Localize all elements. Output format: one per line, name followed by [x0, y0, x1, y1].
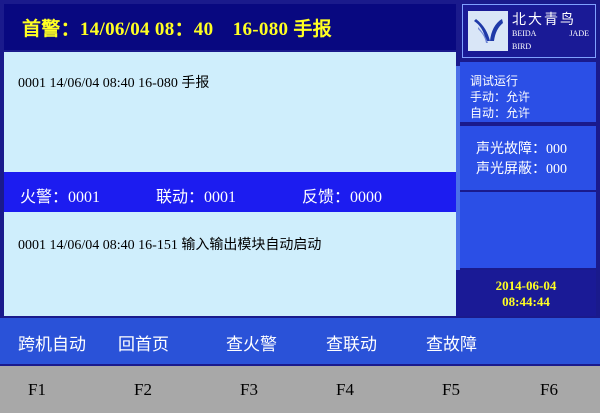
event-panel: 0001 14/06/04 08:40 16-080 手报 火警：0001 联动… — [4, 52, 456, 316]
fire-count: 火警：0001 — [20, 189, 101, 206]
f1-key[interactable]: F1 — [28, 380, 46, 400]
function-menu-bar: 跨机自动 回首页 查火警 查联动 查故障 — [0, 318, 600, 364]
info-panel-empty — [460, 192, 596, 268]
sound-light-mask: 声光屏蔽：000 — [476, 162, 567, 177]
manual-status: 手动：允许 — [470, 90, 531, 104]
brand-name-cn: 北大青鸟 — [512, 13, 576, 28]
first-alarm-header: 首警：14/06/04 08：40 16-080 手报 — [4, 4, 456, 50]
brand-name-en-1: BEIDA — [512, 29, 537, 38]
f5-key[interactable]: F5 — [442, 380, 460, 400]
linkage-count: 联动：0001 — [156, 189, 237, 206]
run-mode-label: 调试运行 — [470, 74, 519, 88]
function-key-bar: F1 F2 F3 F4 F5 F6 — [0, 366, 600, 413]
run-status-panel: 调试运行 手动：允许 自动：允许 — [460, 62, 596, 122]
fire-alarm-record[interactable]: 0001 14/06/04 08:40 16-080 手报 — [18, 72, 209, 92]
query-linkage-button[interactable]: 查联动 — [326, 330, 377, 355]
current-date: 2014-06-04 — [495, 278, 557, 293]
f3-key[interactable]: F3 — [240, 380, 258, 400]
fault-status-panel: 声光故障：000 声光屏蔽：000 — [460, 126, 596, 190]
sound-light-fault: 声光故障：000 — [476, 142, 567, 157]
cross-machine-auto-button[interactable]: 跨机自动 — [18, 330, 86, 355]
home-button[interactable]: 回首页 — [118, 330, 169, 355]
current-time: 08:44:44 — [502, 294, 550, 309]
event-counter-bar: 火警：0001 联动：0001 反馈：0000 — [4, 172, 456, 212]
f4-key[interactable]: F4 — [336, 380, 354, 400]
linkage-record[interactable]: 0001 14/06/04 08:40 16-151 输入输出模块自动启动 — [18, 234, 321, 254]
f2-key[interactable]: F2 — [134, 380, 152, 400]
brand-logo-box: 北大青鸟 BEIDA JADE BIRD — [462, 4, 596, 58]
feedback-count: 反馈：0000 — [302, 189, 383, 206]
brand-name-en-3: BIRD — [512, 42, 532, 51]
query-fire-alarm-button[interactable]: 查火警 — [226, 330, 277, 355]
f6-key[interactable]: F6 — [540, 380, 558, 400]
query-fault-button[interactable]: 查故障 — [426, 330, 477, 355]
first-alarm-text: 首警：14/06/04 08：40 16-080 手报 — [22, 19, 332, 40]
brand-name-en-2: JADE — [569, 29, 589, 38]
bird-logo-icon — [468, 11, 508, 51]
auto-status: 自动：允许 — [470, 106, 531, 120]
clock-panel: 2014-06-04 08:44:44 — [456, 270, 596, 316]
